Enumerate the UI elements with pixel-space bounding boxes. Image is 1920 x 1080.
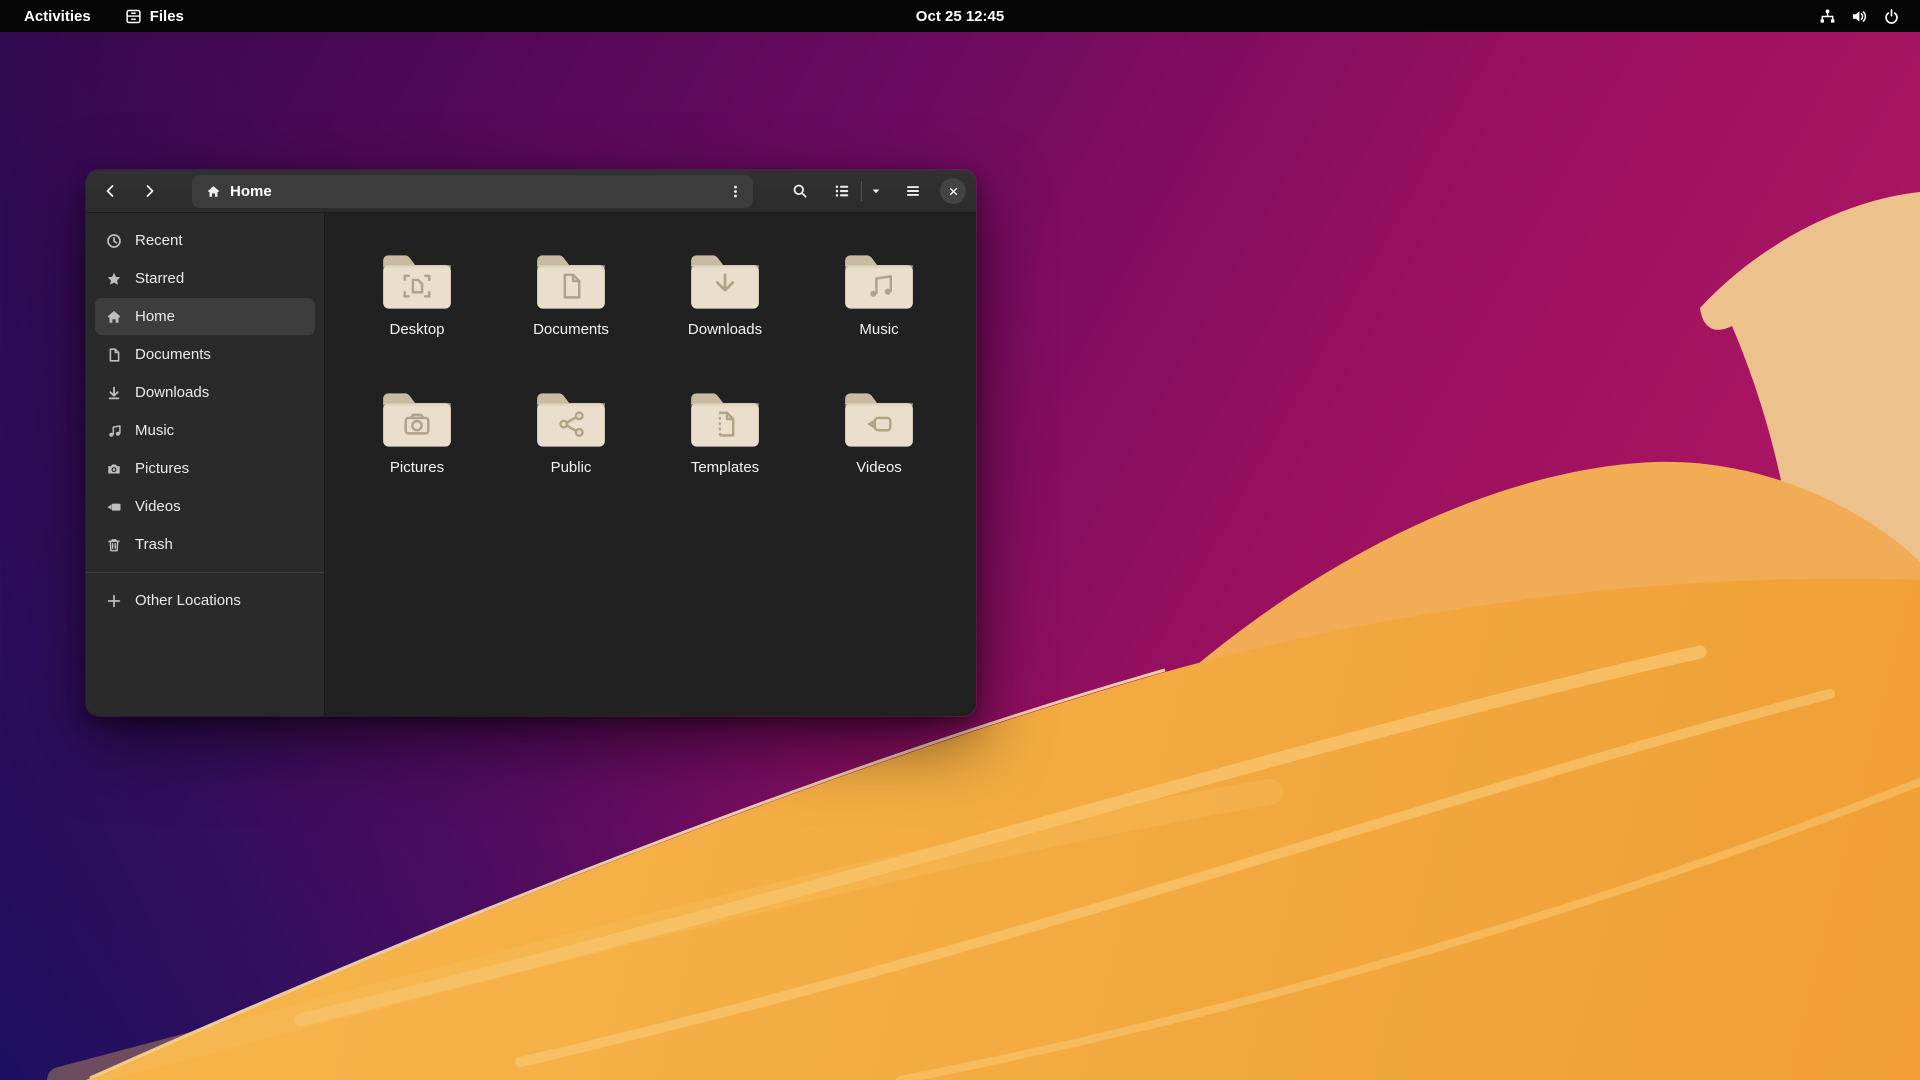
folder-label: Desktop (389, 321, 445, 338)
folder-label: Videos (856, 459, 902, 476)
list-view-icon (834, 183, 850, 199)
sidebar-item-label: Other Locations (135, 592, 241, 609)
close-window-button[interactable] (940, 178, 966, 204)
sidebar-item-label: Pictures (135, 460, 190, 477)
back-button[interactable] (96, 176, 126, 206)
three-dot-menu-icon (728, 184, 743, 199)
file-browser-area: Desktop Documents Downloads Music Pictur… (325, 213, 976, 716)
hamburger-menu-icon (905, 183, 921, 199)
network-wired-icon (1819, 8, 1836, 25)
folder-icon (383, 393, 451, 447)
video-icon (106, 499, 122, 515)
sidebar-item-videos[interactable]: Videos (95, 488, 315, 525)
header-bar: Home (86, 170, 976, 213)
download-icon (106, 385, 122, 401)
folder-icon (691, 393, 759, 447)
forward-button[interactable] (134, 176, 164, 206)
folder-downloads[interactable]: Downloads (648, 250, 802, 388)
sidebar-item-label: Music (135, 422, 175, 439)
trash-icon (106, 537, 122, 553)
sidebar-list: Recent Starred Home Documents Downloads … (86, 221, 324, 564)
caret-down-icon (870, 185, 882, 197)
files-app-icon (125, 8, 142, 25)
folder-icon (845, 255, 913, 309)
back-arrow-icon (103, 183, 119, 199)
sidebar-item-starred[interactable]: Starred (95, 260, 315, 297)
home-icon (206, 184, 221, 199)
sidebar-item-label: Home (135, 308, 176, 325)
folder-icon (537, 393, 605, 447)
folder-pictures[interactable]: Pictures (340, 388, 494, 526)
document-icon (106, 347, 122, 363)
close-icon (947, 185, 960, 198)
sidebar-item-label: Recent (135, 232, 183, 249)
activities-button[interactable]: Activities (16, 4, 99, 29)
path-menu-button[interactable] (721, 177, 749, 205)
folder-icon (537, 255, 605, 309)
folder-label: Pictures (389, 459, 445, 476)
search-button[interactable] (785, 176, 815, 206)
folder-grid: Desktop Documents Downloads Music Pictur… (325, 213, 976, 526)
view-switcher-divider (861, 181, 862, 201)
volume-icon (1851, 8, 1868, 25)
system-status-area[interactable] (1813, 0, 1906, 32)
forward-arrow-icon (141, 183, 157, 199)
folder-public[interactable]: Public (494, 388, 648, 526)
focused-app-label: Files (149, 7, 184, 25)
desktop: Activities Files Oct 25 12:45 Home Recen… (0, 0, 1920, 1080)
plus-icon (106, 593, 122, 609)
folder-label: Downloads (687, 321, 763, 338)
view-options-button[interactable] (866, 177, 886, 205)
music-icon (106, 423, 122, 439)
folder-label: Templates (690, 459, 760, 476)
folder-icon (845, 393, 913, 447)
folder-label: Documents (533, 321, 609, 338)
focused-app-menu[interactable]: Files (125, 8, 184, 25)
app-menu-button[interactable] (898, 176, 928, 206)
sidebar-item-music[interactable]: Music (95, 412, 315, 449)
sidebar-separator (86, 572, 324, 573)
sidebar-item-label: Starred (135, 270, 185, 287)
sidebar-item-label: Trash (135, 536, 173, 553)
clock-icon (106, 233, 122, 249)
folder-icon (383, 255, 451, 309)
view-switcher (827, 176, 886, 206)
folder-music[interactable]: Music (802, 250, 956, 388)
sidebar-item-home[interactable]: Home (95, 298, 315, 335)
sidebar-item-other-locations[interactable]: Other Locations (95, 582, 315, 619)
path-bar[interactable]: Home (192, 174, 753, 208)
star-icon (106, 271, 122, 287)
folder-icon (691, 255, 759, 309)
sidebar-item-recent[interactable]: Recent (95, 222, 315, 259)
folder-templates[interactable]: Templates (648, 388, 802, 526)
sidebar-item-label: Documents (135, 346, 211, 363)
power-icon (1883, 8, 1900, 25)
home-icon (106, 309, 122, 325)
sidebar-item-downloads[interactable]: Downloads (95, 374, 315, 411)
folder-desktop[interactable]: Desktop (340, 250, 494, 388)
sidebar-item-trash[interactable]: Trash (95, 526, 315, 563)
top-bar: Activities Files Oct 25 12:45 (0, 0, 1920, 32)
camera-icon (106, 461, 122, 477)
folder-label: Public (550, 459, 592, 476)
sidebar-item-pictures[interactable]: Pictures (95, 450, 315, 487)
sidebar-item-documents[interactable]: Documents (95, 336, 315, 373)
files-window: Home Recent Starred Home Documents Downl… (86, 170, 976, 716)
folder-documents[interactable]: Documents (494, 250, 648, 388)
clock-button[interactable]: Oct 25 12:45 (906, 4, 1014, 29)
sidebar-item-label: Downloads (135, 384, 210, 401)
location-title: Home (230, 182, 272, 200)
sidebar: Recent Starred Home Documents Downloads … (86, 213, 325, 716)
list-view-button[interactable] (827, 176, 857, 206)
folder-videos[interactable]: Videos (802, 388, 956, 526)
sidebar-item-label: Videos (135, 498, 181, 515)
folder-label: Music (859, 321, 899, 338)
search-icon (792, 183, 808, 199)
